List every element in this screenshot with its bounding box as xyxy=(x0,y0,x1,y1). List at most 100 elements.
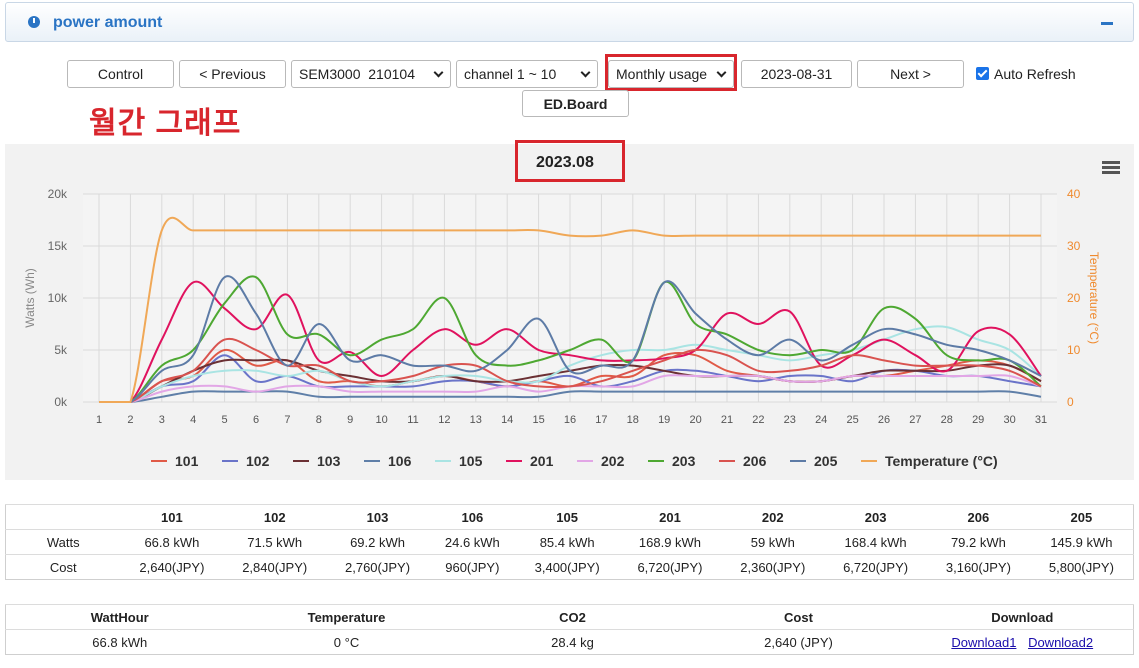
y-axis-label: Watts (Wh) xyxy=(23,268,37,328)
column-header-202: 202 xyxy=(721,504,825,530)
column-header-102: 102 xyxy=(223,504,327,530)
y2-axis-label: Temperature (°C) xyxy=(1087,252,1101,344)
table-row: Watts 66.8 kWh 71.5 kWh 69.2 kWh 24.6 kWh 85.… xyxy=(5,529,1134,555)
download1-link[interactable]: Download1 xyxy=(951,635,1016,650)
x-tick-label: 17 xyxy=(595,414,607,426)
x-tick-label: 20 xyxy=(689,414,701,426)
x-tick-label: 24 xyxy=(815,414,827,426)
legend-label: 203 xyxy=(672,453,696,469)
totals-table: WattHour Temperature CO2 Cost Download 6… xyxy=(5,604,1134,655)
y-tick-label: 15k xyxy=(48,239,68,253)
table-cell: 168.9 kWh xyxy=(618,529,722,555)
y-tick-label: 0k xyxy=(54,395,68,409)
x-tick-label: 10 xyxy=(375,414,387,426)
x-tick-label: 6 xyxy=(253,414,259,426)
column-header-206: 206 xyxy=(927,504,1030,530)
table-cell: 145.9 kWh xyxy=(1029,529,1134,555)
x-tick-label: 26 xyxy=(878,414,890,426)
line-chart: 1 2 3 4 5 6 7 8 9 10 11 12 13 14 15 16 17 18 19 20 21 22 23 24 2… xyxy=(23,187,1101,469)
channel-summary-table: 101 102 103 106 105 201 202 203 206 205 Watts 66.8… xyxy=(5,504,1134,580)
header-temperature: Temperature xyxy=(233,604,460,630)
column-header-103: 103 xyxy=(326,504,429,530)
x-tick-label: 31 xyxy=(1035,414,1047,426)
column-header-201: 201 xyxy=(618,504,722,530)
x-tick-label: 5 xyxy=(222,414,228,426)
column-header-203: 203 xyxy=(824,504,927,530)
column-header-205: 205 xyxy=(1029,504,1134,530)
table-cell: 79.2 kWh xyxy=(927,529,1030,555)
x-tick-label: 9 xyxy=(347,414,353,426)
x-tick-label: 18 xyxy=(627,414,639,426)
column-header-101: 101 xyxy=(120,504,224,530)
row-label: Watts xyxy=(5,529,121,555)
legend-label: 103 xyxy=(317,453,341,469)
table-row: Cost 2,640(JPY) 2,840(JPY) 2,760(JPY) 960(JP… xyxy=(5,554,1134,580)
x-tick-label: 27 xyxy=(909,414,921,426)
column-header-106: 106 xyxy=(428,504,516,530)
x-tick-label: 2 xyxy=(127,414,133,426)
legend-label: 101 xyxy=(175,453,199,469)
x-tick-label: 30 xyxy=(1003,414,1015,426)
download-cell: Download1 Download2 xyxy=(911,629,1134,655)
x-tick-label: 4 xyxy=(190,414,196,426)
x-tick-label: 21 xyxy=(721,414,733,426)
y2-tick-label: 0 xyxy=(1067,395,1074,409)
y-tick-label: 10k xyxy=(48,291,68,305)
table-cell: 2,760(JPY) xyxy=(326,554,429,580)
table-cell: 71.5 kWh xyxy=(223,529,327,555)
legend-label: 106 xyxy=(388,453,412,469)
y-tick-label: 5k xyxy=(54,343,68,357)
table-cell: 2,840(JPY) xyxy=(223,554,327,580)
table-cell: 66.8 kWh xyxy=(120,529,224,555)
header-cost: Cost xyxy=(685,604,912,630)
table-cell: 960(JPY) xyxy=(428,554,516,580)
x-tick-label: 22 xyxy=(752,414,764,426)
x-tick-label: 7 xyxy=(284,414,290,426)
x-tick-label: 28 xyxy=(941,414,953,426)
table-cell: 85.4 kWh xyxy=(515,529,619,555)
header-co2: CO2 xyxy=(459,604,686,630)
table-cell: 24.6 kWh xyxy=(428,529,516,555)
table-cell: 2,360(JPY) xyxy=(721,554,825,580)
table-cell: 69.2 kWh xyxy=(326,529,429,555)
legend-label: 105 xyxy=(459,453,483,469)
legend-label: Temperature (°C) xyxy=(885,453,998,469)
legend-label: 206 xyxy=(743,453,767,469)
table-cell: 168.4 kWh xyxy=(824,529,927,555)
x-tick-label: 8 xyxy=(316,414,322,426)
table-cell: 6,720(JPY) xyxy=(618,554,722,580)
legend-label: 102 xyxy=(246,453,270,469)
total-watthour: 66.8 kWh xyxy=(5,629,234,655)
table-header-blank xyxy=(5,504,121,530)
x-tick-label: 23 xyxy=(784,414,796,426)
x-tick-label: 11 xyxy=(407,414,418,426)
x-tick-label: 25 xyxy=(846,414,858,426)
table-header-row: 101 102 103 106 105 201 202 203 206 205 xyxy=(5,504,1134,530)
legend-label: 202 xyxy=(601,453,625,469)
total-co2: 28.4 kg xyxy=(459,629,686,655)
header-download: Download xyxy=(911,604,1134,630)
table-header-row: WattHour Temperature CO2 Cost Download xyxy=(5,604,1134,630)
x-tick-label: 13 xyxy=(470,414,482,426)
table-cell: 5,800(JPY) xyxy=(1029,554,1134,580)
x-tick-label: 19 xyxy=(658,414,670,426)
header-watthour: WattHour xyxy=(5,604,234,630)
legend-label: 205 xyxy=(814,453,838,469)
x-tick-label: 1 xyxy=(96,414,102,426)
x-tick-label: 16 xyxy=(564,414,576,426)
row-label: Cost xyxy=(5,554,121,580)
column-header-105: 105 xyxy=(515,504,619,530)
y2-tick-label: 40 xyxy=(1067,187,1081,201)
y2-tick-label: 30 xyxy=(1067,239,1081,253)
hamburger-menu-icon[interactable] xyxy=(1102,161,1120,175)
total-temperature: 0 °C xyxy=(233,629,460,655)
x-tick-label: 12 xyxy=(438,414,450,426)
x-tick-label: 3 xyxy=(159,414,165,426)
y2-tick-label: 10 xyxy=(1067,343,1081,357)
download2-link[interactable]: Download2 xyxy=(1028,635,1093,650)
title-highlight-box xyxy=(515,140,625,182)
table-cell: 2,640(JPY) xyxy=(120,554,224,580)
y-tick-label: 20k xyxy=(48,187,68,201)
table-cell: 6,720(JPY) xyxy=(824,554,927,580)
total-cost: 2,640 (JPY) xyxy=(685,629,912,655)
